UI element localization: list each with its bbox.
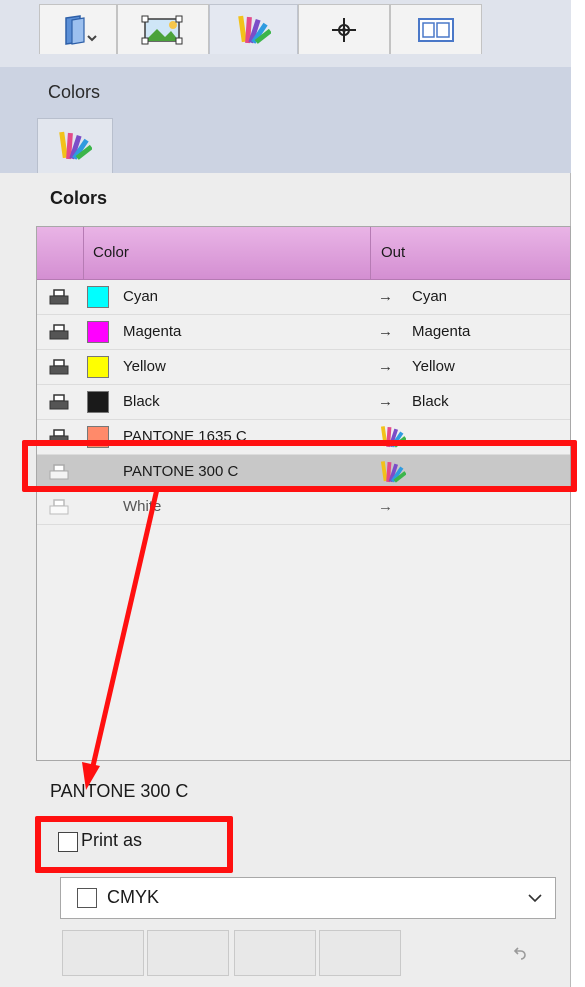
- table-row[interactable]: Yellow → Yellow: [37, 350, 570, 385]
- color-name: Yellow: [123, 358, 166, 375]
- channel-button[interactable]: [234, 930, 316, 976]
- output-color: Yellow: [412, 358, 455, 375]
- table-header: Color Out: [37, 227, 570, 280]
- section-title: Colors: [50, 188, 108, 208]
- tab-layout[interactable]: [390, 4, 482, 54]
- arrow-right-icon: →: [378, 288, 393, 305]
- arrow-right-icon: →: [378, 323, 393, 340]
- color-swatches-icon: [59, 131, 92, 160]
- color-table: Color Out Cyan → Cyan Magenta → Magenta …: [36, 226, 571, 761]
- arrow-right-icon: →: [378, 393, 393, 410]
- column-divider: [370, 227, 371, 279]
- table-row[interactable]: White →: [37, 490, 570, 525]
- column-divider: [83, 227, 84, 279]
- color-swatch: [87, 286, 109, 308]
- tab-images[interactable]: [117, 4, 209, 54]
- table-row[interactable]: Magenta → Magenta: [37, 315, 570, 350]
- highlight-box-selected-row: [22, 440, 577, 492]
- chevron-down-icon: [528, 894, 542, 903]
- output-color: Cyan: [412, 288, 448, 305]
- column-header-color[interactable]: Color: [93, 227, 129, 279]
- color-name: Cyan: [123, 288, 159, 305]
- crosshair-icon: [332, 17, 356, 42]
- printer-icon[interactable]: [49, 499, 69, 515]
- document-icon: [65, 14, 97, 45]
- color-swatches-icon: [237, 15, 271, 44]
- output-color: Black: [412, 393, 449, 410]
- table-row[interactable]: Black → Black: [37, 385, 570, 420]
- selected-color-name: PANTONE 300 C: [50, 781, 189, 801]
- highlight-box-print-as: [35, 816, 233, 873]
- color-swatch: [87, 356, 109, 378]
- tab-document[interactable]: [39, 4, 117, 54]
- color-swatch: [87, 391, 109, 413]
- printer-icon[interactable]: [49, 289, 69, 305]
- undo-icon[interactable]: [512, 945, 528, 961]
- printer-icon[interactable]: [49, 359, 69, 375]
- arrow-right-icon: →: [378, 498, 393, 515]
- layout-icon: [418, 17, 454, 42]
- color-swatch: [87, 321, 109, 343]
- table-row[interactable]: Cyan → Cyan: [37, 280, 570, 315]
- color-name: Black: [123, 393, 160, 410]
- printer-icon[interactable]: [49, 324, 69, 340]
- print-as-select[interactable]: CMYK: [60, 877, 556, 919]
- cmyk-checkbox[interactable]: [77, 888, 97, 908]
- select-value: CMYK: [107, 887, 160, 907]
- column-header-out[interactable]: Out: [381, 227, 405, 279]
- output-color: Magenta: [412, 323, 471, 340]
- channel-button[interactable]: [147, 930, 229, 976]
- subtab-colors[interactable]: [37, 118, 113, 173]
- tab-registration[interactable]: [298, 4, 390, 54]
- tab-colors[interactable]: [209, 4, 298, 54]
- toolbar: [0, 0, 571, 67]
- printer-icon[interactable]: [49, 394, 69, 410]
- image-icon: [141, 15, 183, 44]
- channel-button[interactable]: [62, 930, 144, 976]
- subheader-title: Colors: [48, 82, 101, 102]
- color-name: Magenta: [123, 323, 182, 340]
- arrow-right-icon: →: [378, 358, 393, 375]
- color-name: White: [123, 498, 162, 515]
- channel-button[interactable]: [319, 930, 401, 976]
